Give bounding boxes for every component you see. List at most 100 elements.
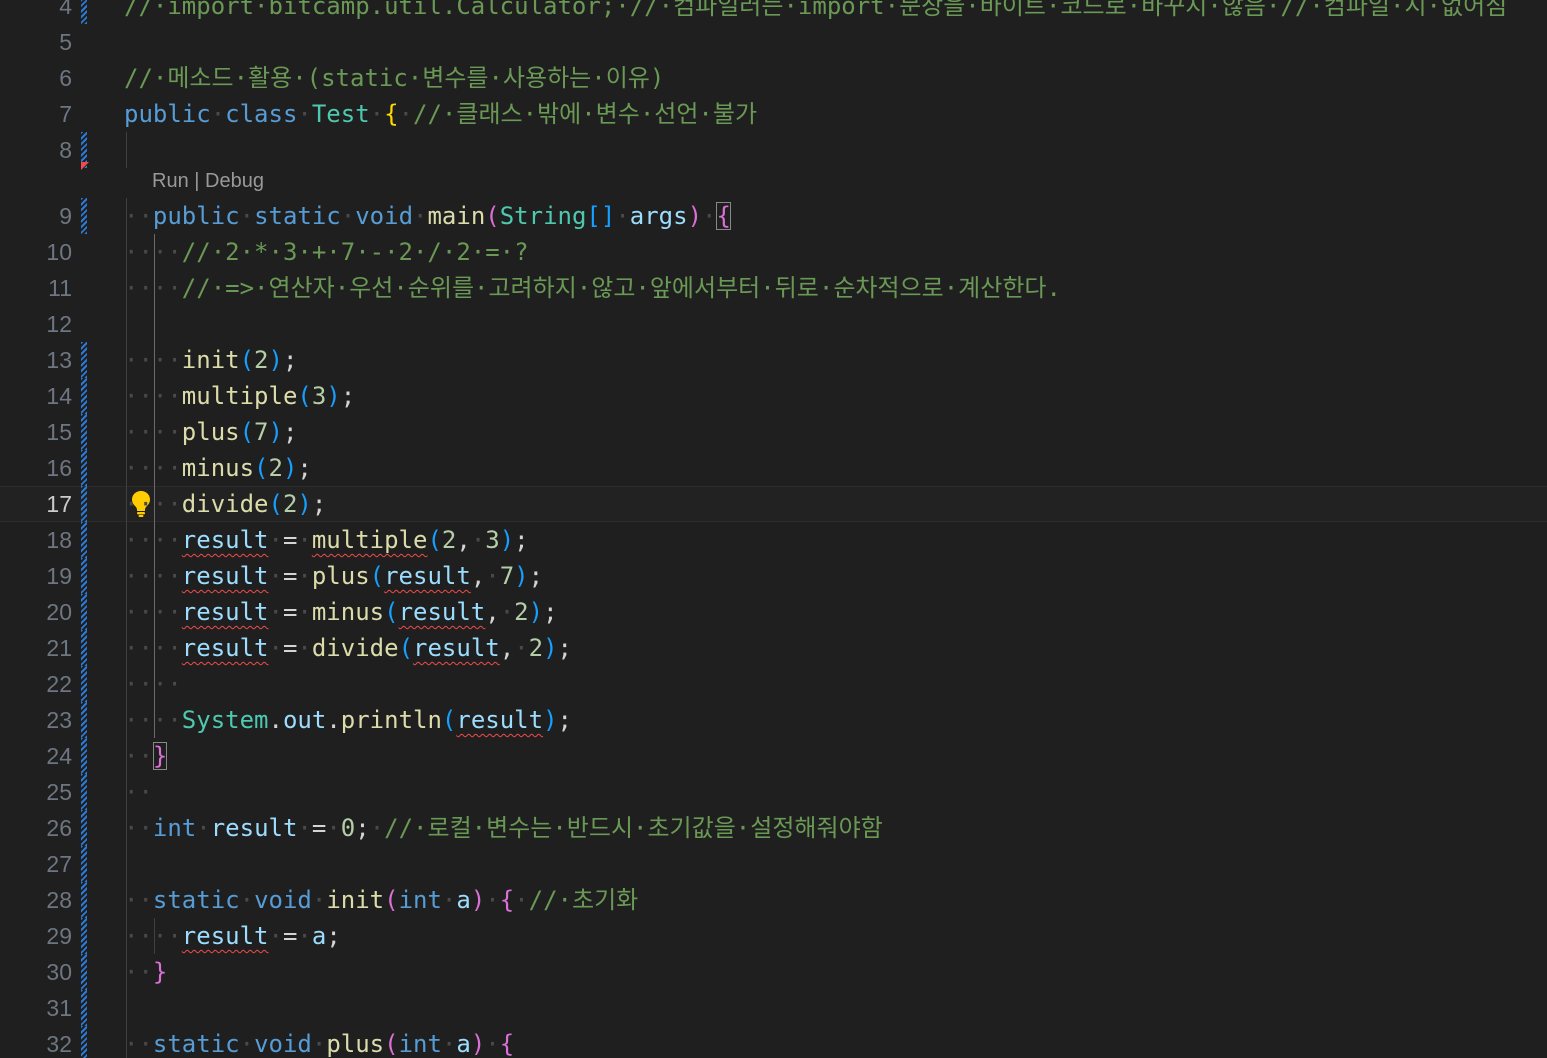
line-number[interactable]: 11 — [0, 270, 72, 306]
line-number[interactable]: 32 — [0, 1026, 72, 1058]
modified-line-indicator[interactable] — [81, 0, 87, 24]
code-text[interactable]: ··} — [124, 954, 167, 990]
modified-line-indicator[interactable] — [81, 450, 87, 486]
code-text[interactable]: ····System.out.println(result); — [124, 702, 572, 738]
line-number[interactable]: 20 — [0, 594, 72, 630]
code-text[interactable]: public·class·Test·{·//·클래스·밖에·변수·선언·불가 — [124, 96, 757, 132]
modified-line-indicator[interactable] — [81, 882, 87, 918]
code-line-17[interactable]: 17 ····divide(2); — [0, 486, 1547, 522]
code-line-20[interactable]: 20 ····result·=·minus(result,·2); — [0, 594, 1547, 630]
code-line-15[interactable]: 15 ····plus(7); — [0, 414, 1547, 450]
code-line-18[interactable]: 18 ····result·=·multiple(2,·3); — [0, 522, 1547, 558]
modified-line-indicator[interactable] — [81, 954, 87, 990]
code-text[interactable]: ····divide(2); — [124, 486, 326, 522]
modified-line-indicator[interactable] — [81, 918, 87, 954]
code-text[interactable]: ····//·2·*·3·+·7·-·2·/·2·=·? — [124, 234, 529, 270]
code-text[interactable]: ··static·void·init(int·a)·{·//·초기화 — [124, 882, 638, 918]
line-number[interactable]: 6 — [0, 60, 72, 96]
modified-line-indicator[interactable] — [81, 630, 87, 666]
modified-line-indicator[interactable] — [81, 990, 87, 1026]
code-line-12[interactable]: 12 — [0, 306, 1547, 342]
modified-line-indicator[interactable] — [81, 594, 87, 630]
line-number[interactable]: 17 — [0, 486, 72, 522]
code-line-32[interactable]: 32 ··static·void·plus(int·a)·{ — [0, 1026, 1547, 1058]
line-number[interactable]: 22 — [0, 666, 72, 702]
modified-line-indicator[interactable] — [81, 558, 87, 594]
line-number[interactable]: 31 — [0, 990, 72, 1026]
line-number[interactable]: 14 — [0, 378, 72, 414]
line-number[interactable]: 25 — [0, 774, 72, 810]
code-text[interactable]: ····minus(2); — [124, 450, 312, 486]
modified-line-indicator[interactable] — [81, 1026, 87, 1058]
modified-line-indicator[interactable] — [81, 846, 87, 882]
modified-line-indicator[interactable] — [81, 738, 87, 774]
code-line-8[interactable]: 8 — [0, 132, 1547, 170]
code-line-21[interactable]: 21 ····result·=·divide(result,·2); — [0, 630, 1547, 666]
modified-line-indicator[interactable] — [81, 810, 87, 846]
code-text[interactable]: ····result·=·minus(result,·2); — [124, 594, 558, 630]
line-number[interactable]: 10 — [0, 234, 72, 270]
modified-line-indicator[interactable] — [81, 666, 87, 702]
code-line-30[interactable]: 30 ··} — [0, 954, 1547, 990]
code-line-6[interactable]: 6 //·메소드·활용·(static·변수를·사용하는·이유) — [0, 60, 1547, 96]
line-number[interactable]: 18 — [0, 522, 72, 558]
modified-line-indicator[interactable] — [81, 522, 87, 558]
line-number[interactable]: 21 — [0, 630, 72, 666]
line-number[interactable]: 19 — [0, 558, 72, 594]
code-text[interactable]: ····init(2); — [124, 342, 297, 378]
code-line-26[interactable]: 26 ··int·result·=·0;·//·로컬·변수는·반드시·초기값을·설… — [0, 810, 1547, 846]
code-text[interactable]: ····plus(7); — [124, 414, 297, 450]
code-line-22[interactable]: 22 ···· — [0, 666, 1547, 702]
line-number[interactable]: 4 — [0, 0, 72, 24]
line-number[interactable]: 27 — [0, 846, 72, 882]
code-text[interactable]: ····result·=·plus(result,·7); — [124, 558, 543, 594]
code-text[interactable]: //·import·bitcamp.util.Calculator;·//·컴파… — [124, 0, 1507, 24]
modified-line-indicator[interactable] — [81, 486, 87, 522]
code-editor[interactable]: Run | Debug 4 //·import·bitcamp.util.Calc… — [0, 0, 1547, 1058]
code-text[interactable]: ··int·result·=·0;·//·로컬·변수는·반드시·초기값을·설정해… — [124, 810, 883, 846]
line-number[interactable]: 8 — [0, 132, 72, 168]
code-line-7[interactable]: 7 public·class·Test·{·//·클래스·밖에·변수·선언·불가 — [0, 96, 1547, 132]
code-line-9[interactable]: 9 ··public·static·void·main(String[]·args… — [0, 198, 1547, 234]
line-number[interactable]: 16 — [0, 450, 72, 486]
line-number[interactable]: 29 — [0, 918, 72, 954]
code-text[interactable]: ····result·=·divide(result,·2); — [124, 630, 572, 666]
line-number[interactable]: 30 — [0, 954, 72, 990]
code-text[interactable]: ··static·void·plus(int·a)·{ — [124, 1026, 514, 1058]
modified-line-indicator[interactable] — [81, 378, 87, 414]
line-number[interactable]: 13 — [0, 342, 72, 378]
code-text[interactable]: ····result·=·multiple(2,·3); — [124, 522, 529, 558]
line-number[interactable]: 15 — [0, 414, 72, 450]
code-line-13[interactable]: 13 ····init(2); — [0, 342, 1547, 378]
line-number[interactable]: 12 — [0, 306, 72, 342]
deleted-line-indicator[interactable] — [81, 162, 89, 170]
code-line-25[interactable]: 25 ·· — [0, 774, 1547, 810]
code-text[interactable]: ··public·static·void·main(String[]·args)… — [124, 198, 731, 234]
line-number[interactable]: 24 — [0, 738, 72, 774]
modified-line-indicator[interactable] — [81, 702, 87, 738]
code-line-23[interactable]: 23 ····System.out.println(result); — [0, 702, 1547, 738]
codelens-debug-link[interactable]: Debug — [205, 170, 264, 192]
modified-line-indicator[interactable] — [81, 774, 87, 810]
codelens-run-link[interactable]: Run — [152, 170, 189, 192]
code-line-24[interactable]: 24 ··} — [0, 738, 1547, 774]
line-number[interactable]: 9 — [0, 198, 72, 234]
modified-line-indicator[interactable] — [81, 198, 87, 234]
code-text[interactable]: ··} — [124, 738, 168, 774]
code-text[interactable]: ····result·=·a; — [124, 918, 341, 954]
line-number[interactable]: 28 — [0, 882, 72, 918]
modified-line-indicator[interactable] — [81, 414, 87, 450]
code-line-5[interactable]: 5 — [0, 24, 1547, 60]
code-line-29[interactable]: 29 ····result·=·a; — [0, 918, 1547, 954]
code-line-10[interactable]: 10 ····//·2·*·3·+·7·-·2·/·2·=·? — [0, 234, 1547, 270]
code-line-27[interactable]: 27 — [0, 846, 1547, 882]
code-text[interactable]: ·· — [124, 774, 153, 810]
code-line-14[interactable]: 14 ····multiple(3); — [0, 378, 1547, 414]
code-line-19[interactable]: 19 ····result·=·plus(result,·7); — [0, 558, 1547, 594]
code-line-4[interactable]: 4 //·import·bitcamp.util.Calculator;·//·컴… — [0, 0, 1547, 24]
code-line-31[interactable]: 31 — [0, 990, 1547, 1026]
code-text[interactable]: //·메소드·활용·(static·변수를·사용하는·이유) — [124, 60, 664, 96]
line-number[interactable]: 5 — [0, 24, 72, 60]
code-line-16[interactable]: 16 ····minus(2); — [0, 450, 1547, 486]
code-line-11[interactable]: 11 ····//·=>·연산자·우선·순위를·고려하지·않고·앞에서부터·뒤로·… — [0, 270, 1547, 306]
